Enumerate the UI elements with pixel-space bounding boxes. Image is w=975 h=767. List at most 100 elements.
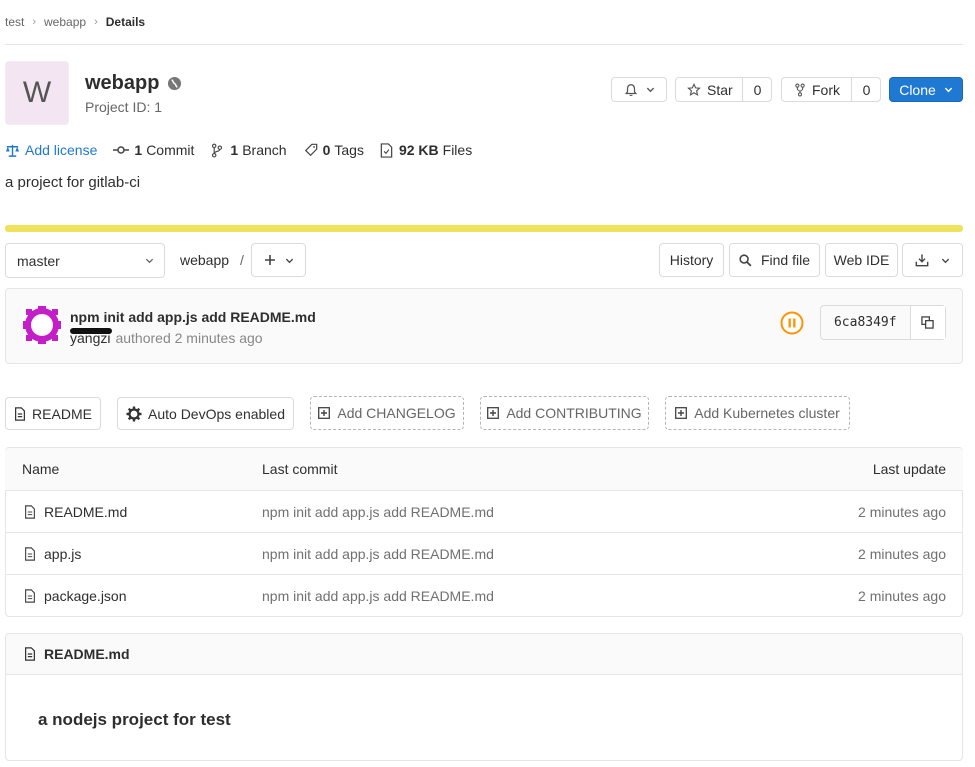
file-commit-link[interactable]: npm init add app.js add README.md (262, 546, 494, 562)
globe-icon (167, 76, 182, 91)
history-button[interactable]: History (659, 243, 724, 277)
notification-dropdown[interactable] (611, 77, 667, 102)
branches-count: 1 (230, 142, 239, 158)
project-name: webapp (85, 72, 160, 94)
download-icon (915, 253, 929, 267)
commit-author[interactable]: yangzi (70, 328, 112, 346)
web-ide-label: Web IDE (833, 252, 890, 268)
repo-path-separator: / (240, 252, 244, 268)
add-contributing-button[interactable]: Add CONTRIBUTING (480, 396, 649, 430)
commits-link[interactable]: 1 Commit (113, 142, 194, 158)
star-count[interactable]: 0 (742, 78, 772, 101)
readme-heading: a nodejs project for test (38, 710, 231, 729)
repo-path: webapp / (180, 252, 244, 268)
fork-count[interactable]: 0 (851, 78, 881, 101)
readme-panel: README.md a nodejs project for test (5, 633, 963, 761)
table-row[interactable]: README.md npm init add app.js add README… (5, 490, 963, 532)
add-to-tree-dropdown[interactable] (251, 243, 306, 277)
commit-message[interactable]: npm init add app.js add README.md (70, 309, 316, 325)
file-updated: 2 minutes ago (858, 503, 946, 520)
banner-stripe (5, 225, 963, 232)
pipeline-status-icon[interactable] (780, 311, 804, 335)
project-stats: Add license 1 Commit 1 Branch 0 Tags 92 … (5, 141, 472, 159)
star-label: Star (707, 81, 733, 98)
table-row[interactable]: package.json npm init add app.js add REA… (5, 574, 963, 616)
fork-button[interactable]: Fork 0 (781, 77, 881, 102)
scale-icon (5, 143, 20, 158)
project-title: webapp (85, 72, 182, 95)
header-name: Name (22, 461, 60, 477)
tags-count: 0 (322, 142, 331, 158)
branch-name: master (17, 252, 60, 269)
project-id: Project ID: 1 (85, 99, 163, 115)
file-icon (380, 142, 393, 158)
branch-selector[interactable]: master (5, 243, 165, 278)
commit-sha[interactable]: 6ca8349f (821, 306, 910, 339)
add-kubernetes-button[interactable]: Add Kubernetes cluster (665, 396, 850, 430)
download-dropdown[interactable] (902, 243, 963, 277)
file-text-icon (24, 647, 36, 661)
clone-button[interactable]: Clone (889, 77, 963, 102)
branches-label: Branch (242, 142, 287, 158)
tag-icon (304, 143, 318, 157)
auto-devops-label: Auto DevOps enabled (148, 405, 285, 422)
star-button[interactable]: Star 0 (675, 77, 772, 102)
find-file-button[interactable]: Find file (729, 243, 820, 277)
branches-link[interactable]: 1 Branch (211, 142, 287, 158)
commits-label: Commit (146, 142, 195, 158)
clone-label: Clone (899, 81, 936, 98)
file-icon (24, 588, 36, 603)
files-label: Files (442, 142, 473, 158)
copy-icon (921, 316, 935, 329)
breadcrumb-item-webapp[interactable]: webapp (44, 15, 86, 29)
chevron-down-icon (285, 256, 294, 265)
chevron-down-icon (145, 256, 154, 265)
auto-devops-button[interactable]: Auto DevOps enabled (117, 397, 294, 430)
file-table-header: Name Last commit Last update (5, 448, 963, 490)
files-link[interactable]: 92 KB Files (380, 142, 472, 158)
chevron-down-icon (941, 256, 950, 265)
file-name-link[interactable]: package.json (44, 588, 127, 604)
add-changelog-label: Add CHANGELOG (337, 405, 456, 421)
author-avatar (23, 306, 61, 344)
file-commit-link[interactable]: npm init add app.js add README.md (262, 504, 494, 520)
bell-icon (624, 83, 638, 97)
plus-icon (264, 254, 276, 266)
author-redaction (70, 328, 112, 334)
readme-button[interactable]: README (5, 397, 101, 430)
gear-icon (126, 406, 142, 422)
file-name-link[interactable]: app.js (44, 546, 81, 562)
file-icon (24, 504, 36, 519)
add-changelog-button[interactable]: Add CHANGELOG (310, 396, 464, 430)
table-row[interactable]: app.js npm init add app.js add README.md… (5, 532, 963, 574)
commit-icon (113, 145, 130, 155)
plus-square-icon (675, 407, 688, 419)
breadcrumb-item-details[interactable]: Details (106, 15, 145, 29)
commit-meta: yangzi authored 2 minutes ago (70, 328, 263, 346)
star-icon (687, 82, 701, 97)
repo-path-link[interactable]: webapp (180, 252, 229, 268)
readme-file-title[interactable]: README.md (44, 646, 130, 662)
breadcrumb-divider (5, 44, 963, 45)
copy-sha-button[interactable] (909, 306, 945, 339)
commit-authored-time: authored 2 minutes ago (115, 330, 263, 346)
breadcrumb-item-test[interactable]: test (5, 15, 24, 29)
header-last-commit: Last commit (262, 461, 338, 477)
last-commit-panel: npm init add app.js add README.md yangzi… (5, 288, 963, 364)
file-icon (24, 546, 36, 561)
fork-icon (794, 83, 806, 97)
file-name-link[interactable]: README.md (44, 504, 127, 520)
project-description: a project for gitlab-ci (5, 174, 141, 191)
web-ide-button[interactable]: Web IDE (825, 243, 898, 277)
tags-link[interactable]: 0 Tags (304, 142, 364, 158)
find-file-label: Find file (760, 252, 811, 268)
file-commit-link[interactable]: npm init add app.js add README.md (262, 588, 494, 604)
add-contributing-label: Add CONTRIBUTING (506, 405, 642, 421)
plus-square-icon (487, 407, 500, 419)
file-updated: 2 minutes ago (858, 587, 946, 604)
readme-label: README (32, 405, 92, 422)
fork-label: Fork (812, 81, 840, 98)
add-license-link[interactable]: Add license (5, 142, 97, 158)
chevron-right-icon: › (94, 16, 98, 28)
chevron-down-icon (944, 85, 953, 94)
